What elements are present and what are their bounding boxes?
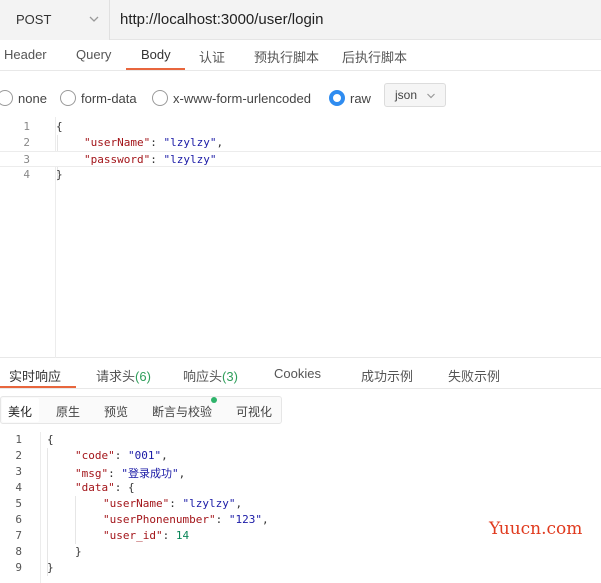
json-value: "123" [228,513,262,526]
code-line: 5 "userName": "lzylzy", [0,496,601,512]
tab-cookies[interactable]: Cookies [274,366,321,381]
code-line: 2 "userName": "lzylzy", [0,135,601,151]
response-body-viewer: 1 { 2 "code": "001", 3 "msg": "登录成功", 4 … [0,432,601,583]
tab-body[interactable]: Body [141,47,171,62]
json-key: "code" [75,449,115,462]
line-number: 4 [23,168,30,181]
code-text: "userName": "lzylzy", [84,136,224,149]
json-key: "data" [75,481,115,494]
json-key: "userPhonenumber" [103,513,216,526]
code-text: "data": { [75,481,135,494]
response-tabs: 实时响应 请求头(6) 响应头(3) Cookies 成功示例 失败示例 [0,358,601,389]
chevron-down-icon [89,16,99,22]
json-value: "001" [128,449,162,462]
url-bar: POST http://localhost:3000/user/login [0,0,601,40]
tab-header[interactable]: Header [4,47,47,62]
tab-query[interactable]: Query [76,47,111,62]
tab-failure-example[interactable]: 失败示例 [448,366,500,385]
json-value: "lzylzy" [163,153,217,166]
active-tab-indicator [126,68,185,70]
json-key: "userName" [84,136,151,149]
code-text: "code": "001", [75,449,168,462]
body-type-group: none form-data x-www-form-urlencoded raw [0,82,601,112]
code-line: 4 } [0,167,601,183]
method-label: POST [16,12,52,27]
tab-response-headers[interactable]: 响应头(3) [183,366,238,385]
tab-count: (6) [135,369,151,384]
code-text: { [47,433,54,446]
line-number: 3 [23,153,30,166]
line-number: 6 [15,513,22,526]
method-select[interactable]: POST [0,0,110,40]
code-text: "userPhonenumber": "123", [103,513,269,526]
tab-live-response[interactable]: 实时响应 [9,366,61,385]
radio-urlencoded-label: x-www-form-urlencoded [173,91,311,106]
radio-none-label: none [18,91,47,106]
json-key: "password" [84,153,151,166]
status-dot-icon [211,397,217,403]
view-mode-tabs: 美化 原生 预览 断言与校验 可视化 [0,396,282,424]
json-value: 14 [175,529,190,542]
raw-format-select[interactable]: json [384,83,446,107]
tab-success-example[interactable]: 成功示例 [361,366,413,385]
view-preview[interactable]: 预览 [104,403,128,420]
code-text: "userName": "lzylzy", [103,497,243,510]
line-number: 8 [15,545,22,558]
line-number: 5 [15,497,22,510]
code-text: } [75,545,82,558]
view-pretty[interactable]: 美化 [8,403,32,420]
radio-form-data[interactable] [60,90,76,106]
active-tab-indicator [0,386,76,388]
request-tabs: Header Query Body 认证 预执行脚本 后执行脚本 [0,40,601,71]
code-line: 1 { [0,432,601,448]
code-line: 9 } [0,560,601,576]
json-key: "userName" [103,497,170,510]
code-line-current: 3 "password": "lzylzy" [0,151,601,167]
chevron-down-icon [427,93,435,99]
json-key: "user_id" [103,529,163,542]
tab-label: 请求头 [96,369,136,384]
code-text: } [56,168,63,181]
code-line: 1 { [0,119,601,135]
code-text: "user_id": 14 [103,529,190,542]
code-line: 3 "msg": "登录成功", [0,464,601,480]
tab-pre-script[interactable]: 预执行脚本 [254,47,319,66]
tab-request-headers[interactable]: 请求头(6) [96,366,151,385]
view-visualize[interactable]: 可视化 [236,403,272,420]
request-body-editor[interactable]: 1 { 2 "userName": "lzylzy", 3 "password"… [0,117,601,358]
tab-post-script[interactable]: 后执行脚本 [342,47,407,66]
line-number: 9 [15,561,22,574]
code-text: "password": "lzylzy" [84,153,217,166]
code-text: "msg": "登录成功", [75,467,186,480]
raw-format-label: json [395,88,418,102]
radio-urlencoded[interactable] [152,90,168,106]
json-key: "msg" [75,467,109,480]
watermark: Yuucn.com [489,519,583,539]
line-number: 2 [23,136,30,149]
view-raw[interactable]: 原生 [56,403,80,420]
view-assertions[interactable]: 断言与校验 [152,403,212,420]
url-input[interactable]: http://localhost:3000/user/login [120,11,323,28]
json-value: "lzylzy" [163,136,217,149]
tab-count: (3) [222,369,238,384]
radio-raw-label: raw [350,91,371,106]
radio-none[interactable] [0,90,13,106]
code-line: 2 "code": "001", [0,448,601,464]
json-value: "lzylzy" [182,497,236,510]
line-number: 3 [15,465,22,478]
line-number: 7 [15,529,22,542]
code-line: 8 } [0,544,601,560]
line-number: 1 [15,433,22,446]
radio-form-data-label: form-data [81,91,137,106]
code-text: } [47,561,54,574]
radio-raw[interactable] [329,90,345,106]
line-number: 2 [15,449,22,462]
line-number: 4 [15,481,22,494]
code-line: 4 "data": { [0,480,601,496]
line-number: 1 [23,120,30,133]
json-value: "登录成功" [121,467,179,480]
tab-label: 响应头 [183,369,223,384]
code-text: { [56,120,63,133]
tab-auth[interactable]: 认证 [199,47,225,66]
